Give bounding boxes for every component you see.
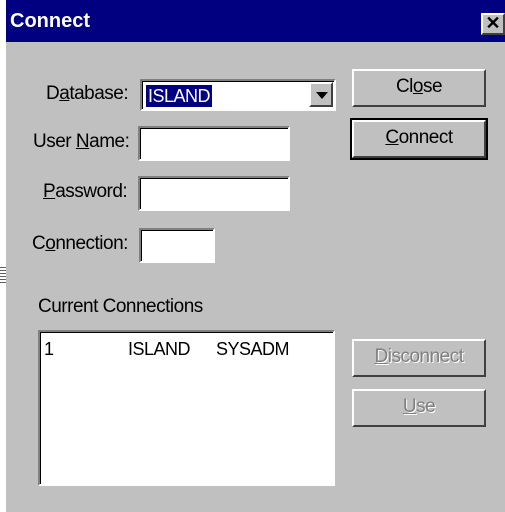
- chevron-down-icon: [316, 92, 328, 99]
- database-selected-value: ISLAND: [146, 85, 213, 107]
- connect-dialog: Connect ✕ Database: ISLAND User Name: Pa…: [6, 0, 505, 512]
- connection-number: 1: [44, 339, 54, 359]
- dropdown-button[interactable]: [309, 82, 333, 107]
- use-button[interactable]: Use: [352, 389, 486, 427]
- connection-field[interactable]: [139, 228, 215, 263]
- current-connections-list[interactable]: 1 ISLAND SYSADM: [38, 330, 335, 486]
- database-label: Database:: [46, 83, 129, 104]
- close-button[interactable]: Close: [352, 69, 486, 107]
- password-field[interactable]: [138, 176, 290, 211]
- username-field[interactable]: [138, 126, 290, 161]
- database-select[interactable]: ISLAND: [140, 79, 336, 111]
- connection-database: ISLAND: [128, 339, 191, 359]
- title-bar: Connect ✕: [6, 0, 505, 42]
- connection-user: SYSADM: [216, 339, 290, 359]
- close-icon[interactable]: ✕: [481, 13, 505, 35]
- list-item[interactable]: 1 ISLAND SYSADM: [44, 338, 324, 360]
- username-label: User Name:: [33, 131, 130, 152]
- disconnect-button[interactable]: Disconnect: [352, 339, 486, 377]
- dialog-title: Connect: [10, 10, 90, 32]
- connect-button[interactable]: Connect: [350, 118, 488, 160]
- current-connections-heading: Current Connections: [38, 296, 203, 317]
- connection-label: Connection:: [32, 233, 128, 254]
- password-label: Password:: [43, 181, 128, 202]
